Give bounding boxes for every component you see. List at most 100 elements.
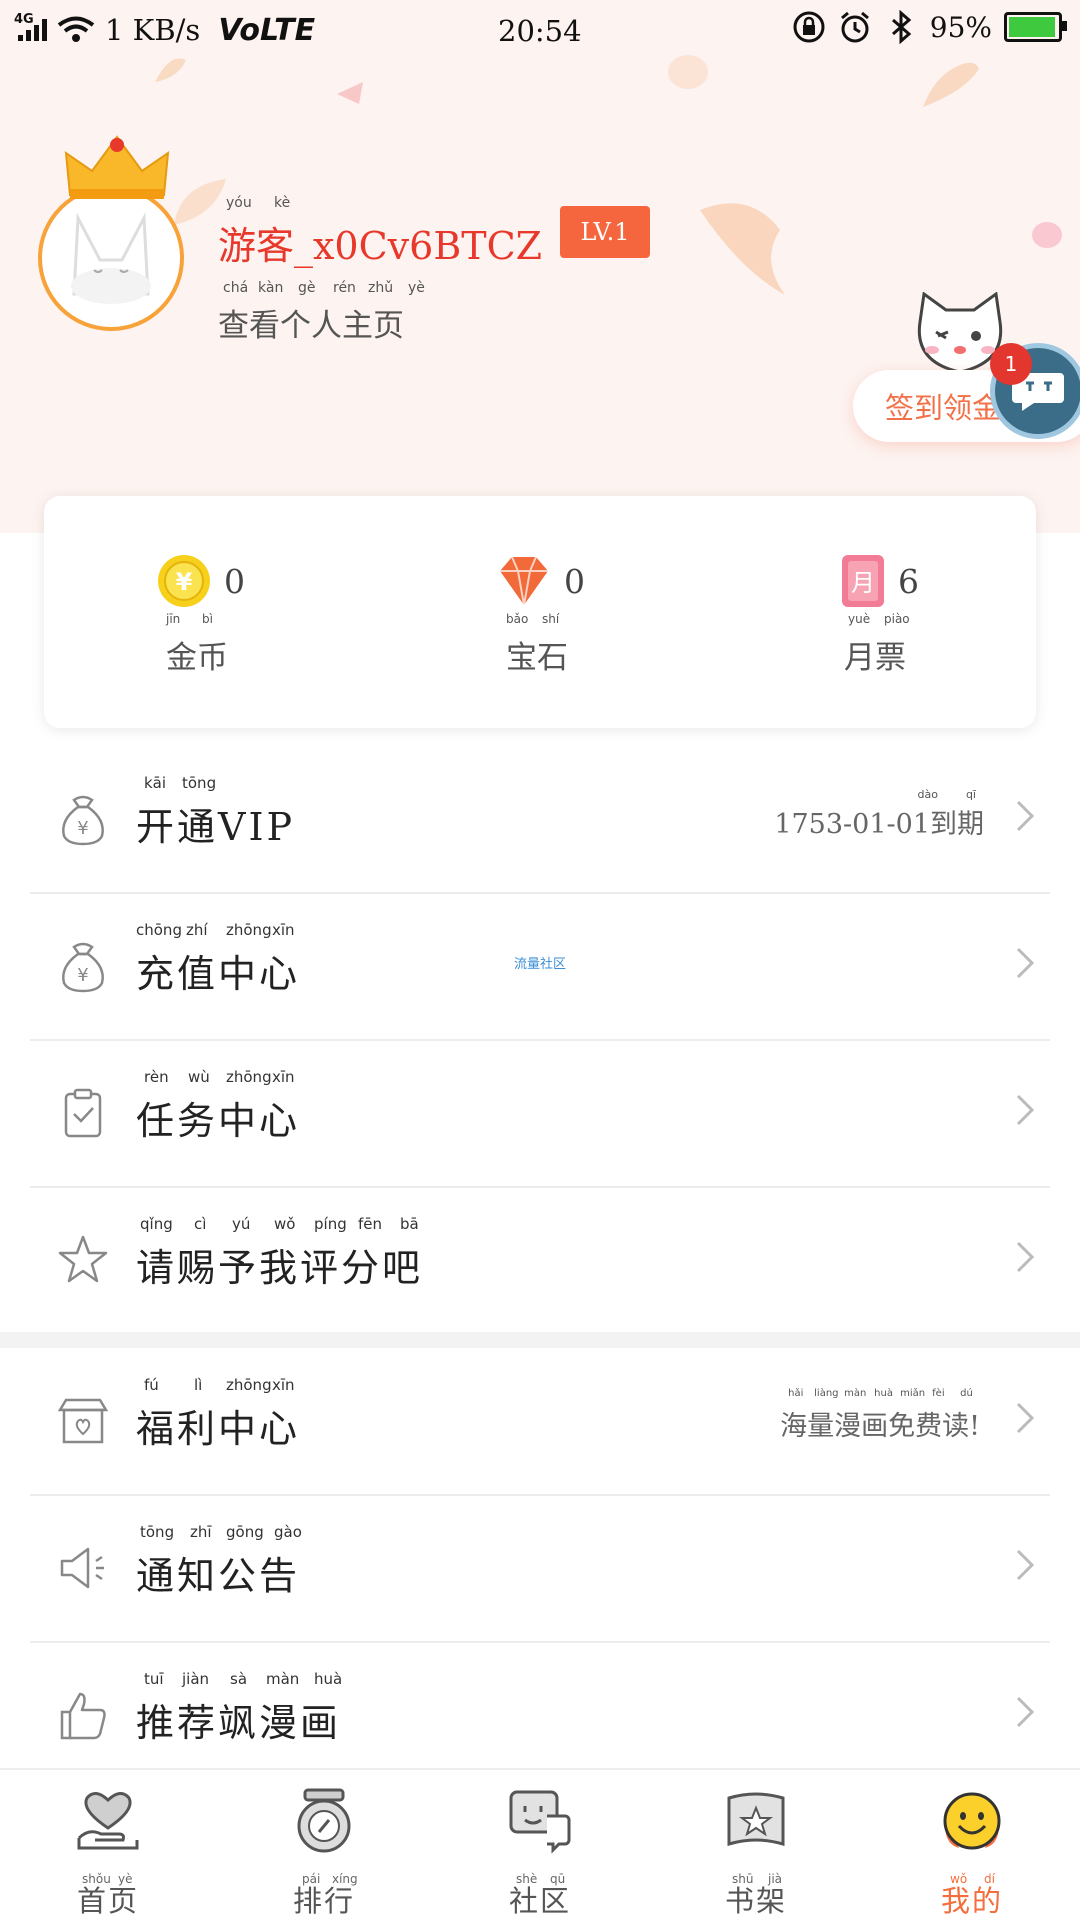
pinyin: qū [550, 1872, 566, 1886]
pinyin: zhōng [226, 1376, 272, 1394]
bluetooth-icon [891, 10, 912, 44]
gift-shop-icon [57, 1398, 109, 1444]
traffic-community-text: 流量社区 [514, 957, 567, 972]
pinyin: yú [232, 1215, 251, 1233]
nav-mine[interactable]: wǒ dí 我的 [912, 1788, 1032, 1920]
username-pinyin: yóu [226, 195, 252, 211]
welfare-promo-text: 海量漫画免费读! [780, 1411, 980, 1442]
chevron-right-icon [1016, 1402, 1035, 1434]
menu-label: tōng zhī gōng gào 通知公告 [136, 1523, 302, 1600]
gems-label: bǎo shí 宝石 [496, 612, 676, 677]
monthly-ticket-label: yuè piào 月票 [840, 612, 1020, 677]
pinyin: tōng [140, 1523, 175, 1541]
pinyin: píng [314, 1215, 347, 1233]
pinyin: qī [965, 788, 976, 801]
pinyin: yuè [848, 612, 871, 626]
coins-label: jīn bì 金币 [156, 612, 336, 677]
pinyin: fèi [932, 1388, 945, 1399]
nav-community[interactable]: shè qū 社区 [480, 1788, 600, 1920]
thumbs-up-icon [60, 1692, 106, 1740]
nav-label: 我的 [940, 1884, 1003, 1918]
pinyin: wǒ [950, 1872, 968, 1886]
pinyin: fú [144, 1376, 159, 1394]
chevron-right-icon [1016, 1549, 1035, 1581]
pinyin: yè [408, 280, 425, 296]
community-chat-icon [509, 1790, 571, 1854]
nav-ranking[interactable]: pái xíng 排行 [264, 1788, 384, 1920]
gem-icon [500, 556, 548, 606]
menu-item-recharge[interactable]: ¥ chōng zhí zhōng xīn 充值中心 流量社区 [30, 893, 1050, 1041]
pinyin: yè [118, 1872, 133, 1886]
pinyin: pái [302, 1872, 321, 1886]
pinyin: chōng [136, 921, 182, 939]
pinyin: wǒ [274, 1215, 296, 1233]
menu-label-text: 开通VIP [136, 805, 296, 849]
menu-item-notices[interactable]: tōng zhī gōng gào 通知公告 [30, 1495, 1050, 1643]
pinyin: xīn [272, 1068, 295, 1086]
menu-label: qǐng cì yú wǒ píng fēn bā 请赐予我评分吧 [136, 1215, 424, 1292]
pinyin: tōng [182, 774, 217, 792]
menu-item-vip[interactable]: ¥ kāi tōng 开通VIP dào qī 1753-01-01到期 [30, 746, 1050, 894]
view-profile-text: 查看个人主页 [218, 308, 404, 344]
megaphone-icon [60, 1547, 104, 1589]
menu-item-recommend[interactable]: tuī jiàn sà màn huà 推荐飒漫画 [30, 1642, 1050, 1788]
money-bag-icon: ¥ [62, 795, 104, 846]
nav-home[interactable]: shǒu yè 首页 [48, 1788, 168, 1920]
pinyin: zhǔ [368, 280, 394, 296]
welfare-promo: hǎi liàng màn huà miǎn fèi dú 海量漫画免费读! [780, 1388, 980, 1443]
pinyin: zhí [186, 921, 208, 939]
pinyin: kàn [258, 280, 284, 296]
vip-expiry-text: 1753-01-01到期 [774, 809, 984, 840]
ranking-stopwatch-icon [297, 1788, 351, 1853]
pinyin: tuī [144, 1670, 164, 1688]
chevron-right-icon [1016, 1241, 1035, 1273]
pinyin: chá [223, 280, 249, 296]
pinyin: kāi [144, 774, 167, 792]
menu-label-text: 推荐飒漫画 [136, 1701, 342, 1745]
menu-item-rate-app[interactable]: qǐng cì yú wǒ píng fēn bā 请赐予我评分吧 [30, 1187, 1050, 1333]
username-pinyin: kè [274, 195, 291, 211]
view-profile-link[interactable]: chá kàn gè rén zhǔ yè 查看个人主页 [218, 280, 425, 345]
wifi-icon [57, 16, 95, 42]
menu-item-tasks[interactable]: rèn wù zhōng xīn 任务中心 [30, 1040, 1050, 1188]
alarm-icon [840, 11, 869, 43]
battery-icon [1004, 12, 1067, 42]
pinyin: jīn [166, 612, 181, 626]
pinyin: cì [194, 1215, 207, 1233]
crown-icon [64, 135, 170, 199]
menu-label-text: 请赐予我评分吧 [136, 1246, 424, 1290]
wallet-item-monthly-ticket[interactable]: 月 6 yuè piào 月票 [840, 552, 1020, 677]
pinyin: zhī [190, 1523, 212, 1541]
nav-label: 社区 [508, 1884, 571, 1918]
nav-bookshelf[interactable]: shū jià 书架 [696, 1788, 816, 1920]
pinyin: lì [194, 1376, 203, 1394]
menu-item-welfare[interactable]: fú lì zhōng xīn 福利中心 hǎi liàng màn huà m… [30, 1348, 1050, 1496]
star-icon [58, 1235, 108, 1283]
volte-indicator: VoLTE [218, 12, 316, 48]
pinyin: dú [960, 1388, 973, 1399]
rotation-lock-icon [793, 11, 825, 43]
gems-value: 0 [564, 561, 585, 601]
pinyin: xīn [272, 921, 295, 939]
chevron-right-icon [1016, 1696, 1035, 1728]
battery-percent: 95% [929, 10, 992, 44]
pinyin: shè [516, 1872, 538, 1886]
pinyin: fēn [358, 1215, 383, 1233]
pinyin: miǎn [900, 1388, 926, 1399]
pinyin: gè [298, 280, 316, 296]
pinyin: wù [188, 1068, 210, 1086]
menu-label-text: 充值中心 [136, 952, 301, 996]
coins-label-text: 金币 [166, 640, 228, 676]
pinyin: zhōng [226, 921, 272, 939]
wallet-item-coins[interactable]: ¥ 0 jīn bì 金币 [156, 552, 336, 677]
wallet-item-gems[interactable]: 0 bǎo shí 宝石 [496, 552, 676, 677]
pinyin: rén [333, 280, 356, 296]
pinyin: dào [917, 788, 938, 801]
pinyin: liàng [814, 1388, 839, 1399]
monthly-ticket-icon: 月 [842, 555, 884, 607]
avatar[interactable] [38, 135, 190, 337]
vip-expiry: dào qī 1753-01-01到期 [774, 788, 984, 841]
pinyin: hǎi [788, 1388, 804, 1399]
bottom-navigation: shǒu yè 首页 pái xíng 排行 shè qū 社区 shū jià… [0, 1768, 1080, 1922]
monthly-ticket-label-text: 月票 [844, 640, 906, 676]
